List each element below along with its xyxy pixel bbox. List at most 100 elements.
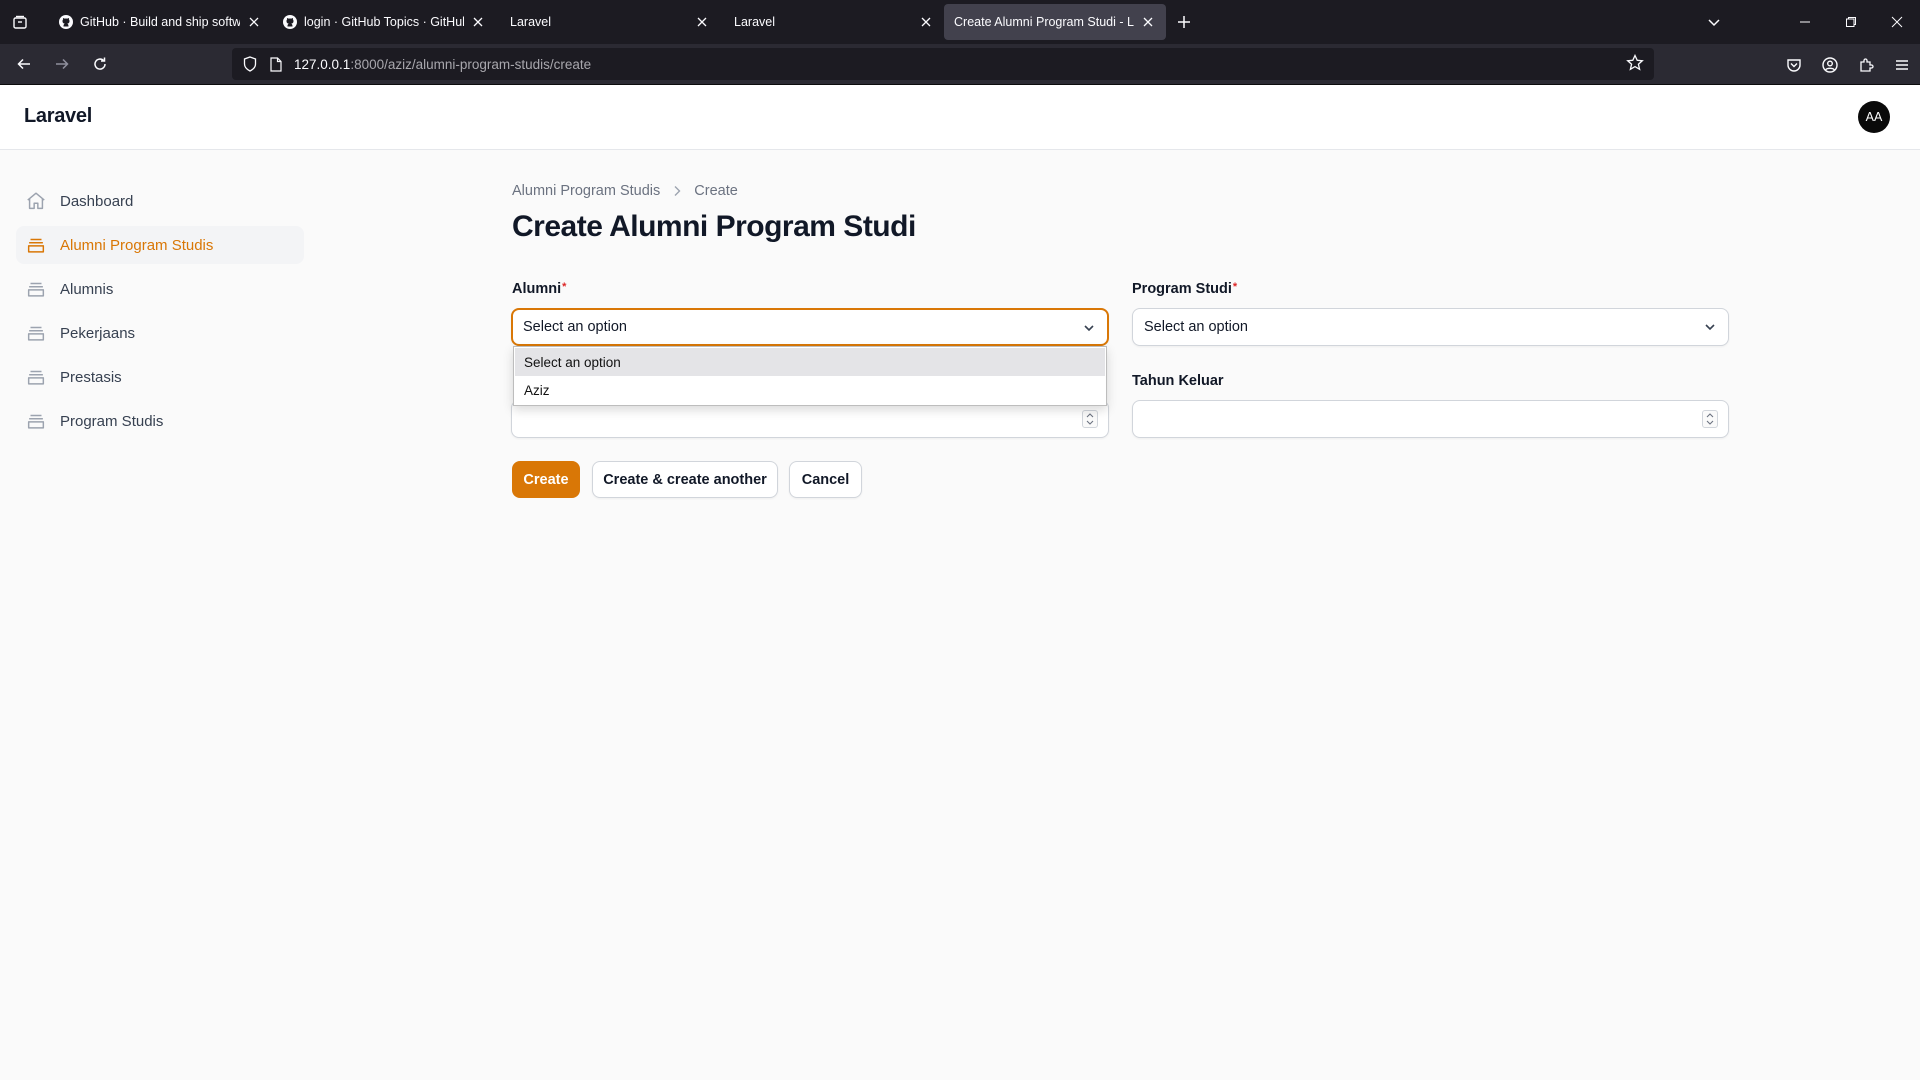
minimize-button[interactable] bbox=[1782, 0, 1828, 44]
minimize-icon bbox=[1800, 21, 1810, 23]
browser-tab[interactable]: Laravel bbox=[496, 4, 720, 40]
account-icon bbox=[1822, 56, 1838, 73]
chevron-right-icon bbox=[672, 185, 682, 197]
chevron-down-icon bbox=[1702, 319, 1718, 339]
alumni-select-value: Select an option bbox=[523, 319, 627, 335]
browser-tab[interactable]: login · GitHub Topics · GitHub bbox=[272, 4, 496, 40]
number-stepper-icon[interactable] bbox=[1082, 410, 1098, 428]
dropdown-option[interactable]: Aziz bbox=[515, 376, 1105, 404]
browser-tab[interactable]: Laravel bbox=[720, 4, 944, 40]
tab-title: login · GitHub Topics · GitHub bbox=[304, 15, 464, 29]
app-header: Laravel AA bbox=[0, 85, 1920, 150]
collection-icon bbox=[24, 277, 48, 301]
breadcrumb-parent-link[interactable]: Alumni Program Studis bbox=[512, 183, 660, 199]
tahun-keluar-input[interactable] bbox=[1132, 400, 1729, 438]
forward-button[interactable] bbox=[44, 48, 80, 80]
collection-icon bbox=[24, 365, 48, 389]
program-studi-select-value: Select an option bbox=[1144, 319, 1248, 335]
plus-icon bbox=[1178, 16, 1190, 28]
alumni-select[interactable]: Select an option bbox=[511, 308, 1109, 346]
sidebar-item-label: Pekerjaans bbox=[60, 324, 136, 342]
collection-icon bbox=[24, 321, 48, 345]
tab-title: Laravel bbox=[734, 15, 775, 29]
sidebar-item-alumnis[interactable]: Alumnis bbox=[16, 270, 304, 308]
close-tab-icon[interactable] bbox=[694, 14, 710, 30]
breadcrumb: Alumni Program Studis Create bbox=[512, 183, 738, 199]
sidebar-item-pekerjaans[interactable]: Pekerjaans bbox=[16, 314, 304, 352]
github-icon bbox=[282, 14, 298, 30]
alumni-dropdown-list: Select an option Aziz bbox=[513, 346, 1107, 406]
sidebar-item-alumni-program-studis[interactable]: Alumni Program Studis bbox=[16, 226, 304, 264]
sidebar-item-prestasis[interactable]: Prestasis bbox=[16, 358, 304, 396]
tab-list-button[interactable] bbox=[0, 0, 40, 44]
sidebar-item-label: Alumnis bbox=[60, 280, 114, 298]
page-title: Create Alumni Program Studi bbox=[512, 210, 916, 243]
program-studi-select[interactable]: Select an option bbox=[1132, 308, 1729, 346]
sidebar-item-program-studis[interactable]: Program Studis bbox=[16, 402, 304, 440]
browser-tab-bar: GitHub · Build and ship software login ·… bbox=[0, 0, 1920, 44]
tab-title: Create Alumni Program Studi - Laravel bbox=[954, 15, 1134, 29]
browser-nav-bar: 127.0.0.1:8000/aziz/alumni-program-studi… bbox=[0, 44, 1920, 85]
list-all-tabs-button[interactable] bbox=[1694, 0, 1734, 44]
sidebar-item-dashboard[interactable]: Dashboard bbox=[16, 182, 304, 220]
close-window-button[interactable] bbox=[1874, 0, 1920, 44]
address-bar[interactable]: 127.0.0.1:8000/aziz/alumni-program-studi… bbox=[232, 48, 1654, 80]
close-tab-icon[interactable] bbox=[1140, 14, 1156, 30]
breadcrumb-current: Create bbox=[694, 183, 738, 199]
required-marker: * bbox=[562, 281, 567, 293]
pocket-button[interactable] bbox=[1776, 44, 1812, 85]
collection-icon bbox=[24, 233, 48, 257]
menu-button[interactable] bbox=[1884, 44, 1920, 85]
required-marker: * bbox=[1232, 281, 1238, 293]
close-tab-icon[interactable] bbox=[470, 14, 486, 30]
home-icon bbox=[24, 189, 48, 213]
brand-logo[interactable]: Laravel bbox=[24, 105, 92, 128]
new-tab-button[interactable] bbox=[1166, 4, 1202, 40]
extensions-button[interactable] bbox=[1848, 44, 1884, 85]
program-studi-label: Program Studi* bbox=[1132, 281, 1237, 297]
pocket-icon bbox=[1787, 58, 1801, 72]
chevron-down-icon bbox=[1708, 19, 1720, 27]
close-tab-icon[interactable] bbox=[246, 14, 262, 30]
sidebar: Dashboard Alumni Program Studis Alumnis … bbox=[16, 182, 304, 446]
tab-title: Laravel bbox=[510, 15, 551, 29]
browser-tab[interactable]: GitHub · Build and ship software bbox=[48, 4, 272, 40]
close-tab-icon[interactable] bbox=[918, 14, 934, 30]
url-host: 127.0.0.1 bbox=[294, 56, 351, 72]
tahun-keluar-label: Tahun Keluar bbox=[1132, 373, 1224, 389]
dropdown-option[interactable]: Select an option bbox=[515, 348, 1105, 376]
bookmark-star-icon[interactable] bbox=[1626, 53, 1644, 75]
restore-icon bbox=[1846, 17, 1856, 27]
arrow-left-icon bbox=[17, 58, 30, 70]
shield-icon[interactable] bbox=[240, 54, 260, 74]
sidebar-item-label: Program Studis bbox=[60, 412, 164, 430]
page-info-icon[interactable] bbox=[266, 54, 286, 74]
hamburger-menu-icon bbox=[1896, 59, 1908, 70]
restore-button[interactable] bbox=[1828, 0, 1874, 44]
tab-list-icon bbox=[13, 15, 27, 29]
create-another-button[interactable]: Create & create another bbox=[592, 461, 778, 498]
chevron-down-icon bbox=[1081, 320, 1097, 340]
sidebar-item-label: Prestasis bbox=[60, 368, 122, 386]
arrow-right-icon bbox=[56, 58, 69, 70]
account-button[interactable] bbox=[1812, 44, 1848, 85]
cancel-button[interactable]: Cancel bbox=[789, 461, 862, 498]
browser-tab-active[interactable]: Create Alumni Program Studi - Laravel bbox=[944, 4, 1166, 40]
number-stepper-icon[interactable] bbox=[1702, 410, 1718, 428]
back-button[interactable] bbox=[6, 48, 42, 80]
collection-icon bbox=[24, 409, 48, 433]
program-studi-label-text: Program Studi bbox=[1132, 281, 1232, 297]
create-button[interactable]: Create bbox=[512, 461, 580, 498]
alumni-label-text: Alumni bbox=[512, 281, 562, 297]
user-avatar[interactable]: AA bbox=[1858, 101, 1890, 133]
alumni-label: Alumni* bbox=[512, 281, 566, 297]
sidebar-item-label: Alumni Program Studis bbox=[60, 236, 214, 254]
reload-icon bbox=[94, 57, 106, 70]
github-icon bbox=[58, 14, 74, 30]
puzzle-icon bbox=[1860, 57, 1874, 72]
tab-title: GitHub · Build and ship software bbox=[80, 15, 240, 29]
sidebar-item-label: Dashboard bbox=[60, 192, 134, 210]
close-icon bbox=[1891, 16, 1903, 28]
url-path: :8000/aziz/alumni-program-studis/create bbox=[350, 56, 592, 72]
reload-button[interactable] bbox=[82, 48, 118, 80]
